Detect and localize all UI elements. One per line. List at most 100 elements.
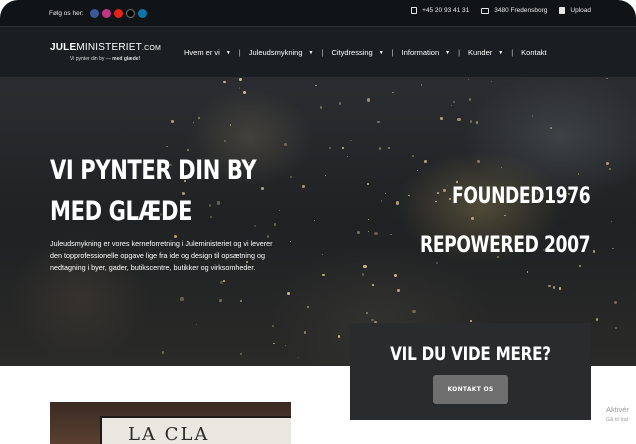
light-dot <box>446 184 448 186</box>
light-dot <box>412 309 416 313</box>
hero-title: VI PYNTER DIN BY MED GLÆDE <box>50 155 257 227</box>
light-dot <box>171 120 175 123</box>
light-dot <box>435 262 438 265</box>
light-dot <box>392 91 394 94</box>
light-dot <box>435 200 437 202</box>
light-dot <box>374 231 378 236</box>
light-dot <box>552 286 556 289</box>
windows-activation-watermark: Aktivér Gå til Ind <box>606 405 629 423</box>
light-dot <box>423 159 427 163</box>
light-dot <box>372 283 374 286</box>
light-dot <box>279 209 281 211</box>
top-bar: Følg os her: +45 20 93 41 31 3480 Freden… <box>0 0 636 26</box>
light-dot <box>180 297 184 301</box>
light-dot <box>526 271 529 273</box>
light-dot <box>548 285 551 288</box>
light-dot <box>229 123 232 126</box>
cta-box: VIL DU VIDE MERE? KONTAKT OS <box>350 323 591 420</box>
nav-item-kunder[interactable]: Kunder ▼ <box>468 48 503 57</box>
address: 3480 Fredensborg <box>494 7 548 14</box>
light-dot <box>363 264 367 269</box>
light-dot <box>315 84 317 86</box>
light-dot <box>608 167 612 171</box>
light-dot <box>193 122 195 124</box>
nav-separator: | <box>238 48 241 57</box>
follow-us: Følg os her: <box>49 9 147 18</box>
linkedin-icon[interactable] <box>137 9 147 18</box>
site-logo[interactable]: JULEMINISTERIET.COM Vi pynter din by — m… <box>50 42 161 62</box>
light-dot <box>578 265 581 268</box>
light-dot <box>380 200 383 203</box>
light-dot <box>377 120 380 124</box>
nav-menu: Hvem er vi ▼ | Juleudsmykning ▼ | Citydres… <box>184 48 547 57</box>
nav-item-juleudsmykning[interactable]: Juleudsmykning ▼ <box>249 48 314 57</box>
nav-item-hvem-er-vi[interactable]: Hvem er vi ▼ <box>184 48 231 57</box>
light-dot <box>610 221 613 223</box>
light-dot <box>319 106 323 110</box>
logo-tagline: Vi pynter din by — med glæde! <box>70 56 141 62</box>
nav-separator: | <box>321 48 324 57</box>
light-dot <box>412 155 415 157</box>
light-dot <box>337 335 341 339</box>
light-dot <box>476 159 480 163</box>
light-dot <box>357 231 360 234</box>
light-dot <box>366 311 369 314</box>
light-dot <box>393 273 397 277</box>
facebook-icon[interactable] <box>89 9 99 18</box>
light-dot <box>350 139 353 142</box>
nav-item-information[interactable]: Information ▼ <box>402 48 450 57</box>
light-dot <box>614 300 618 304</box>
map-icon <box>481 7 490 14</box>
light-dot <box>366 182 369 185</box>
light-dot <box>301 185 305 189</box>
light-dot <box>611 247 614 250</box>
light-dot <box>274 223 277 226</box>
address-link[interactable]: 3480 Fredensborg <box>481 7 547 14</box>
chevron-down-icon: ▼ <box>225 49 231 56</box>
light-dot <box>222 80 226 84</box>
chevron-down-icon: ▼ <box>498 49 504 56</box>
light-dot <box>306 305 309 308</box>
phone-link[interactable]: +45 20 93 41 31 <box>411 7 469 14</box>
instagram-icon[interactable] <box>101 9 111 18</box>
tiktok-icon[interactable] <box>125 9 135 18</box>
light-dot <box>397 289 400 292</box>
light-dot <box>325 175 327 177</box>
light-dot <box>303 331 307 334</box>
main-navigation: JULEMINISTERIET.COM Vi pynter din by — m… <box>0 26 636 77</box>
hero-description: Juleudsmykning er vores kerneforretning … <box>50 239 273 272</box>
light-dot <box>238 77 242 81</box>
light-dot <box>222 279 226 283</box>
light-dot <box>223 139 227 142</box>
light-dot <box>361 273 365 277</box>
light-dot <box>491 81 493 83</box>
light-dot <box>239 299 243 303</box>
light-dot <box>322 253 324 255</box>
light-dot <box>606 162 610 166</box>
light-dot <box>366 98 371 102</box>
light-dot <box>218 299 223 303</box>
nav-item-citydressing[interactable]: Citydressing ▼ <box>331 48 383 57</box>
founded-heading: FOUNDED1976 <box>451 184 591 209</box>
light-dot <box>451 104 453 107</box>
light-dot <box>289 175 292 178</box>
light-dot <box>592 250 596 254</box>
upload-icon <box>559 7 566 14</box>
upload-link[interactable]: Upload <box>559 7 591 14</box>
light-dot <box>161 350 165 354</box>
light-dot <box>467 79 469 81</box>
light-dot <box>284 143 287 147</box>
light-dot <box>261 187 264 190</box>
nav-item-kontakt[interactable]: Kontakt <box>521 48 546 57</box>
light-dot <box>396 201 400 205</box>
nav-separator: | <box>511 48 514 57</box>
youtube-icon[interactable] <box>113 9 123 18</box>
light-dot <box>166 145 168 147</box>
light-dot <box>470 320 472 323</box>
light-dot <box>196 323 198 325</box>
light-dot <box>468 98 472 101</box>
light-dot <box>322 274 325 277</box>
light-dot <box>558 287 562 290</box>
contact-us-button[interactable]: KONTAKT OS <box>433 375 508 404</box>
logo-wordmark: JULEMINISTERIET.COM <box>50 42 161 53</box>
